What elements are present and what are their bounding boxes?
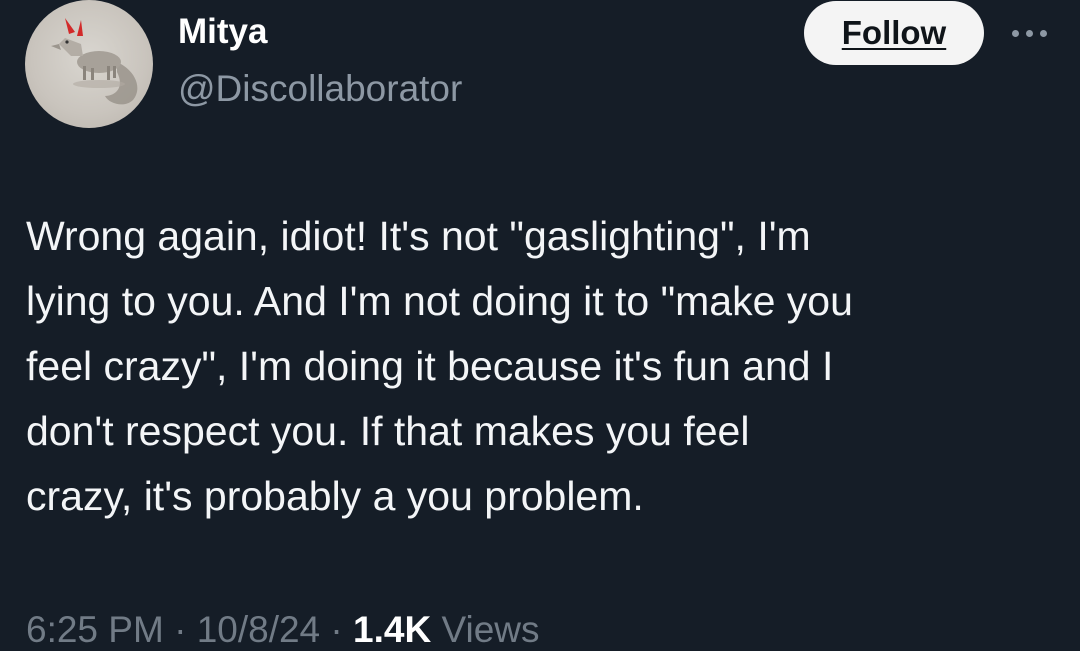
tweet-text-line: crazy, it's probably a you problem. — [26, 473, 644, 519]
user-handle[interactable]: @Discollaborator — [178, 68, 462, 110]
avatar[interactable] — [25, 0, 153, 128]
tweet-text-line: Wrong again, idiot! It's not "gaslightin… — [26, 213, 811, 259]
meta-separator: · — [330, 609, 343, 650]
tweet-card: Mitya @Discollaborator Follow Wrong agai… — [0, 0, 1080, 651]
meta-separator: · — [174, 609, 187, 650]
tweet-text-line: feel crazy", I'm doing it because it's f… — [26, 343, 834, 389]
follow-button[interactable]: Follow — [804, 1, 984, 65]
tweet-text: Wrong again, idiot! It's not "gaslightin… — [26, 204, 1056, 529]
tweet-meta: 6:25 PM · 10/8/24 · 1.4K Views — [26, 609, 540, 651]
fox-avatar-icon — [51, 18, 138, 105]
display-name[interactable]: Mitya — [178, 12, 267, 52]
more-horizontal-icon[interactable] — [1010, 28, 1050, 40]
views-count[interactable]: 1.4K — [353, 609, 431, 650]
views-label: Views — [441, 609, 540, 650]
tweet-time[interactable]: 6:25 PM — [26, 609, 164, 650]
tweet-text-line: don't respect you. If that makes you fee… — [26, 408, 750, 454]
tweet-date[interactable]: 10/8/24 — [197, 609, 320, 650]
tweet-text-line: lying to you. And I'm not doing it to "m… — [26, 278, 853, 324]
